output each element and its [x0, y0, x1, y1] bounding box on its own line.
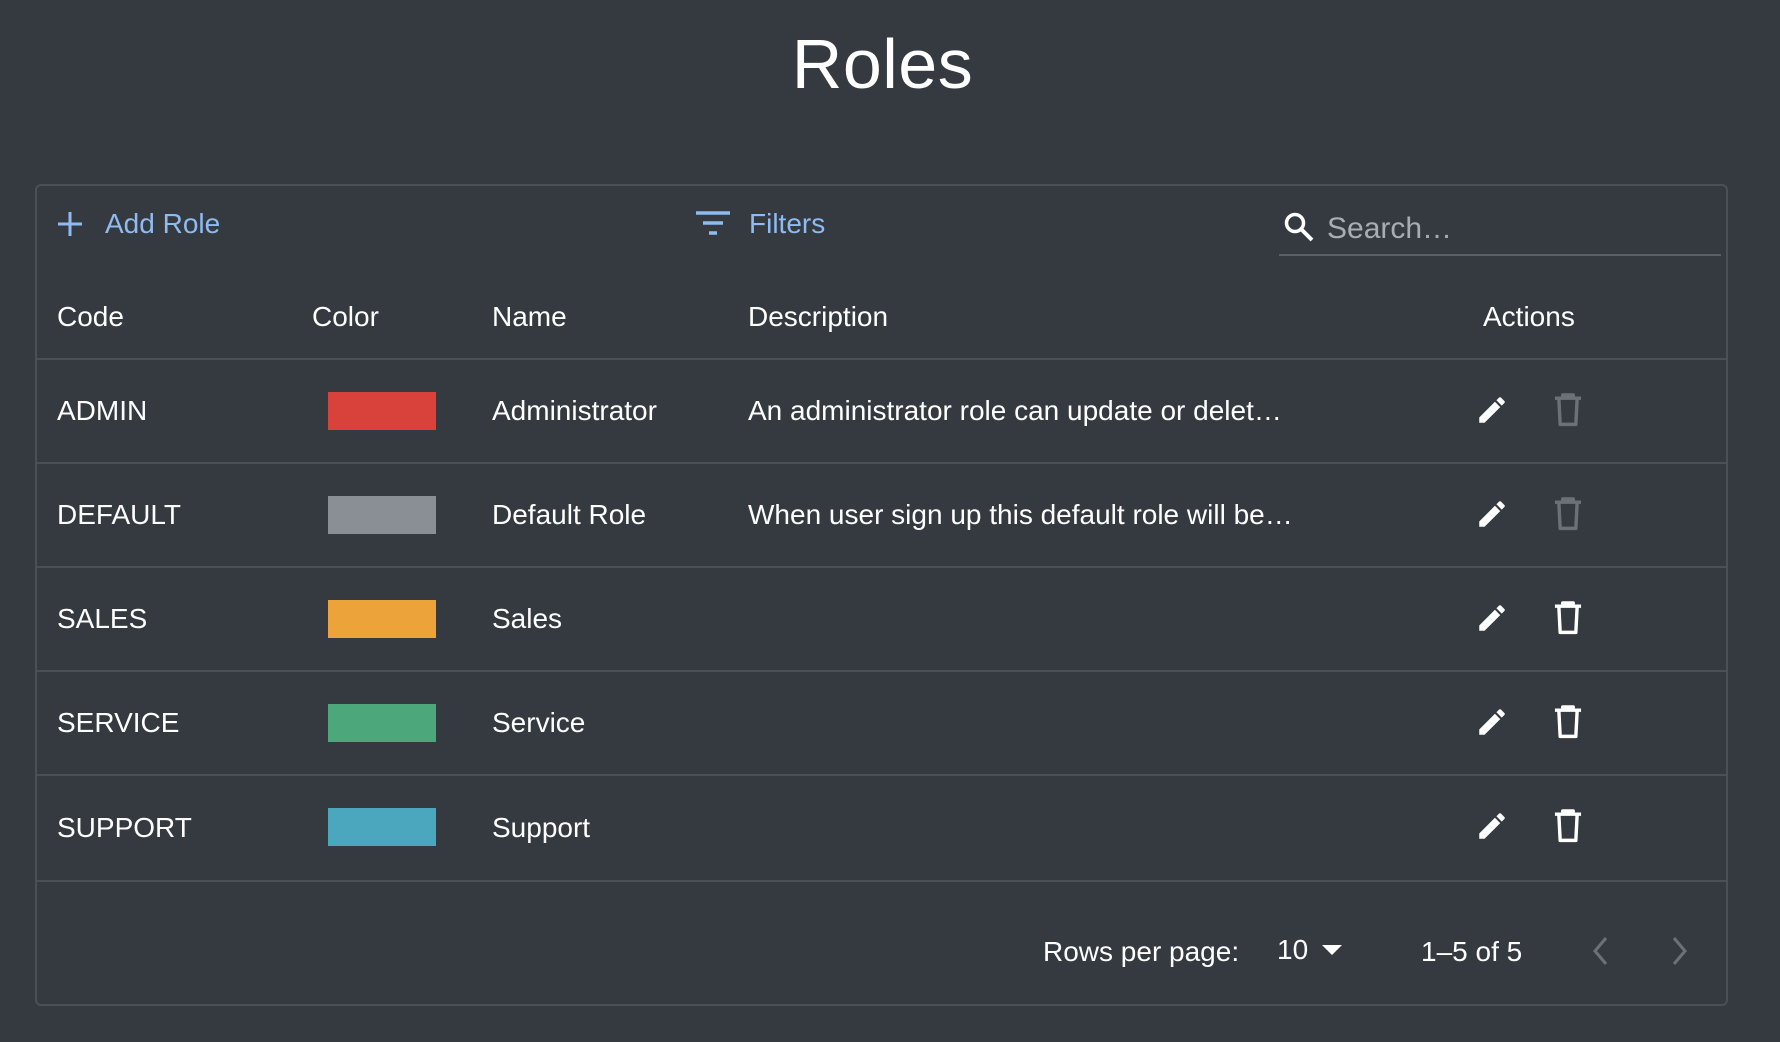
chevron-right-icon: [1672, 937, 1687, 965]
role-code: SERVICE: [57, 707, 180, 738]
table-row[interactable]: SALES Sales: [37, 568, 1726, 672]
search-input[interactable]: [1327, 212, 1707, 246]
role-color-swatch: [328, 808, 436, 846]
search-field[interactable]: [1279, 204, 1721, 256]
role-name: Default Role: [492, 499, 647, 530]
role-name: Support: [492, 812, 591, 843]
role-description: An administrator role can update or dele…: [748, 395, 1282, 426]
chevron-left-icon: [1593, 937, 1608, 965]
filters-label: Filters: [749, 208, 826, 239]
table-row[interactable]: ADMIN Administrator An administrator rol…: [37, 360, 1726, 464]
pencil-icon: [1479, 813, 1505, 839]
delete-button[interactable]: [1548, 494, 1588, 534]
search-icon: [1283, 211, 1315, 248]
trash-icon: [1554, 497, 1582, 531]
column-header-actions: Actions: [1483, 301, 1575, 332]
caret-down-icon: [1322, 945, 1343, 955]
edit-button[interactable]: [1472, 598, 1512, 638]
rows-per-page-select[interactable]: 10: [1277, 934, 1343, 966]
column-header-color[interactable]: Color: [312, 276, 379, 358]
pencil-icon: [1479, 605, 1505, 631]
role-code: DEFAULT: [57, 499, 181, 530]
edit-button[interactable]: [1472, 494, 1512, 534]
roles-table-panel: Add Role Filters Code Color Name Descrip…: [35, 184, 1728, 1006]
role-color-swatch: [328, 392, 436, 430]
rows-per-page-label: Rows per page:: [1043, 936, 1240, 967]
delete-button[interactable]: [1548, 598, 1588, 638]
add-role-button[interactable]: Add Role: [57, 208, 220, 240]
role-color-swatch: [328, 704, 436, 742]
table-pagination: Rows per page: 10 1–5 of 5: [37, 900, 1726, 1004]
previous-page-button[interactable]: [1590, 934, 1610, 975]
delete-button[interactable]: [1548, 390, 1588, 430]
trash-icon: [1554, 809, 1582, 843]
table-row[interactable]: SERVICE Service: [37, 672, 1726, 776]
column-header-name[interactable]: Name: [492, 276, 567, 358]
role-name: Sales: [492, 603, 563, 634]
role-color-swatch: [328, 496, 436, 534]
table-row[interactable]: SUPPORT Support: [37, 776, 1726, 882]
column-header-description[interactable]: Description: [748, 276, 888, 358]
filters-button[interactable]: Filters: [695, 208, 825, 240]
role-code: SUPPORT: [57, 812, 192, 843]
pencil-icon: [1479, 397, 1505, 423]
table-body: ADMIN Administrator An administrator rol…: [37, 360, 1726, 882]
trash-icon: [1554, 705, 1582, 739]
table-header-row: Code Color Name Description Actions: [37, 276, 1726, 360]
edit-button[interactable]: [1472, 806, 1512, 846]
pencil-icon: [1479, 501, 1505, 527]
plus-icon: [57, 211, 83, 237]
next-page-button[interactable]: [1670, 934, 1690, 975]
filter-icon: [695, 210, 731, 238]
role-code: SALES: [57, 603, 148, 634]
delete-button[interactable]: [1548, 806, 1588, 846]
delete-button[interactable]: [1548, 702, 1588, 742]
pagination-range: 1–5 of 5: [1421, 936, 1523, 967]
role-description: When user sign up this default role will…: [748, 499, 1293, 530]
trash-icon: [1554, 601, 1582, 635]
edit-button[interactable]: [1472, 702, 1512, 742]
page-title: Roles: [791, 25, 974, 103]
rows-per-page-value: 10: [1277, 934, 1309, 965]
pencil-icon: [1479, 709, 1505, 735]
column-header-code[interactable]: Code: [57, 276, 124, 358]
role-code: ADMIN: [57, 395, 148, 426]
role-name: Service: [492, 707, 586, 738]
trash-icon: [1554, 393, 1582, 427]
edit-button[interactable]: [1472, 390, 1512, 430]
table-row[interactable]: DEFAULT Default Role When user sign up t…: [37, 464, 1726, 568]
role-name: Administrator: [492, 395, 657, 426]
table-toolbar: Add Role Filters: [37, 186, 1726, 276]
role-color-swatch: [328, 600, 436, 638]
add-role-label: Add Role: [105, 208, 221, 239]
